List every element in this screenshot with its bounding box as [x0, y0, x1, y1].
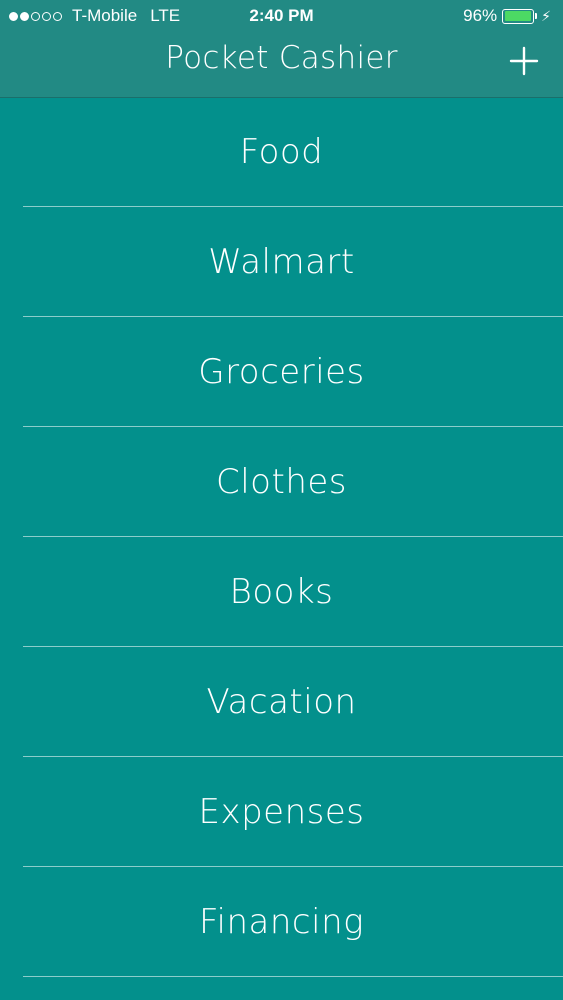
- category-row-vacation[interactable]: Vacation: [0, 647, 563, 757]
- category-label: Books: [229, 572, 334, 612]
- category-label: Expenses: [198, 792, 365, 832]
- category-row-food[interactable]: Food: [0, 97, 563, 207]
- bolt-icon: ⚡︎: [541, 7, 551, 24]
- battery-percent: 96%: [463, 6, 498, 25]
- category-row-books[interactable]: Books: [0, 537, 563, 647]
- status-bar: T-Mobile LTE 2:40 PM 96% ⚡︎: [0, 0, 563, 32]
- category-label: Vacation: [206, 682, 357, 722]
- plus-icon: [509, 46, 539, 76]
- status-right: 96% ⚡︎: [463, 6, 551, 26]
- category-row-groceries[interactable]: Groceries: [0, 317, 563, 427]
- category-label: Groceries: [198, 352, 365, 392]
- page-title: Pocket Cashier: [165, 40, 398, 76]
- category-label: Clothes: [216, 462, 347, 502]
- category-row-expenses[interactable]: Expenses: [0, 757, 563, 867]
- category-list: Food Walmart Groceries Clothes Books Vac…: [0, 97, 563, 977]
- battery-tip: [535, 13, 538, 19]
- battery-icon: [502, 8, 535, 24]
- battery-fill: [504, 11, 531, 21]
- nav-bar: T-Mobile LTE 2:40 PM 96% ⚡︎ Pocket Cashi…: [0, 0, 563, 98]
- category-row-clothes[interactable]: Clothes: [0, 427, 563, 537]
- category-label: Food: [239, 132, 324, 172]
- category-row-walmart[interactable]: Walmart: [0, 207, 563, 317]
- category-label: Financing: [198, 902, 365, 942]
- category-label: Walmart: [208, 242, 355, 282]
- add-category-button[interactable]: [507, 44, 541, 78]
- app-screen: T-Mobile LTE 2:40 PM 96% ⚡︎ Pocket Cashi…: [0, 0, 563, 1000]
- category-row-financing[interactable]: Financing: [0, 867, 563, 977]
